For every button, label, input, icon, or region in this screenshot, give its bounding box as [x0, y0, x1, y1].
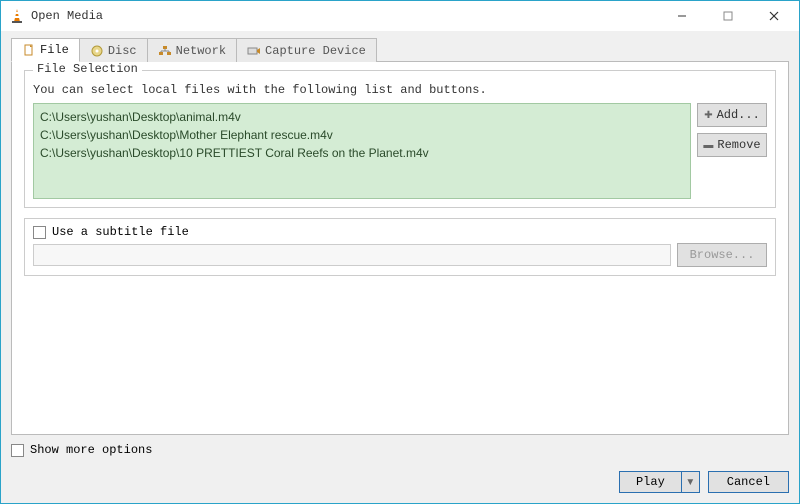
play-button-label: Play — [636, 475, 665, 489]
subtitle-group: Use a subtitle file Browse... — [24, 218, 776, 276]
file-icon — [22, 43, 36, 57]
tab-disc-label: Disc — [108, 44, 137, 58]
tab-capture[interactable]: Capture Device — [236, 38, 377, 62]
cancel-button-label: Cancel — [727, 475, 770, 489]
chevron-down-icon: ▼ — [685, 477, 695, 488]
add-button-label: Add... — [717, 108, 760, 122]
file-selection-legend: File Selection — [33, 62, 142, 76]
minimize-button[interactable] — [659, 2, 705, 30]
tab-network-label: Network — [176, 44, 226, 58]
cancel-button[interactable]: Cancel — [708, 471, 789, 493]
list-item[interactable]: C:\Users\yushan\Desktop\10 PRETTIEST Cor… — [40, 144, 684, 162]
window-controls — [659, 2, 797, 30]
tab-file-label: File — [40, 43, 69, 57]
tab-file[interactable]: File — [11, 38, 80, 62]
tab-network[interactable]: Network — [147, 38, 237, 62]
tabs: File Disc Network Capture Device — [11, 37, 789, 61]
add-button[interactable]: ✚ Add... — [697, 103, 767, 127]
play-button[interactable]: Play — [619, 471, 682, 493]
remove-button[interactable]: ▬ Remove — [697, 133, 767, 157]
plus-icon: ✚ — [704, 110, 712, 121]
list-item[interactable]: C:\Users\yushan\Desktop\Mother Elephant … — [40, 126, 684, 144]
tab-capture-label: Capture Device — [265, 44, 366, 58]
file-selection-hint: You can select local files with the foll… — [33, 83, 767, 97]
tab-file-panel: File Selection You can select local file… — [11, 61, 789, 435]
tab-disc[interactable]: Disc — [79, 38, 148, 62]
play-button-group: Play ▼ — [619, 471, 700, 493]
subtitle-path-input[interactable] — [33, 244, 671, 266]
show-more-label: Show more options — [30, 443, 152, 457]
subtitle-checkbox-label: Use a subtitle file — [52, 225, 189, 239]
play-dropdown[interactable]: ▼ — [682, 471, 700, 493]
window-title: Open Media — [31, 9, 103, 23]
footer: Show more options Play ▼ Cancel — [1, 439, 799, 503]
remove-button-label: Remove — [717, 138, 760, 152]
browse-button[interactable]: Browse... — [677, 243, 767, 267]
network-icon — [158, 44, 172, 58]
file-selection-group: File Selection You can select local file… — [24, 70, 776, 208]
open-media-window: Open Media File — [0, 0, 800, 504]
subtitle-checkbox[interactable] — [33, 226, 46, 239]
capture-icon — [247, 44, 261, 58]
content-area: File Disc Network Capture Device — [1, 31, 799, 439]
vlc-cone-icon — [9, 8, 25, 24]
maximize-button[interactable] — [705, 2, 751, 30]
disc-icon — [90, 44, 104, 58]
browse-button-label: Browse... — [690, 248, 755, 262]
minus-icon: ▬ — [703, 140, 713, 151]
titlebar: Open Media — [1, 1, 799, 31]
close-button[interactable] — [751, 2, 797, 30]
list-item[interactable]: C:\Users\yushan\Desktop\animal.m4v — [40, 108, 684, 126]
show-more-checkbox[interactable] — [11, 444, 24, 457]
file-list[interactable]: C:\Users\yushan\Desktop\animal.m4v C:\Us… — [33, 103, 691, 199]
